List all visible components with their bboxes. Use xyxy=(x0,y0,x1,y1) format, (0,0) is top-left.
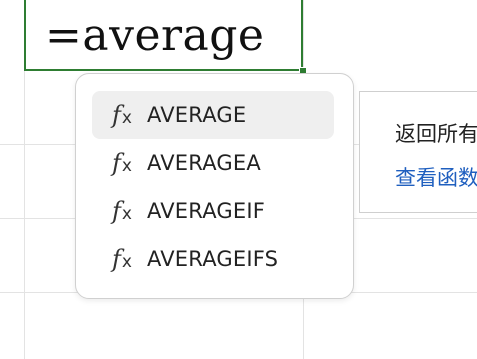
autocomplete-item-averageif[interactable]: fx AVERAGEIF xyxy=(92,187,334,235)
function-fx-icon: fx xyxy=(112,149,132,177)
function-fx-icon: fx xyxy=(112,245,132,273)
autocomplete-item-label: AVERAGE xyxy=(147,103,247,127)
autocomplete-item-label: AVERAGEA xyxy=(147,151,261,175)
active-cell-editor[interactable]: =average xyxy=(24,0,303,71)
function-fx-icon: fx xyxy=(112,101,132,129)
function-fx-icon: fx xyxy=(112,197,132,225)
view-function-help-link[interactable]: 查看函数 xyxy=(395,162,477,192)
autocomplete-item-label: AVERAGEIFS xyxy=(147,247,279,271)
formula-input-text[interactable]: =average xyxy=(45,10,264,62)
autocomplete-item-average[interactable]: fx AVERAGE xyxy=(92,91,334,139)
function-autocomplete-list: fx AVERAGE fx AVERAGEA fx AVERAGEIF fx A… xyxy=(75,73,354,299)
autocomplete-item-averageifs[interactable]: fx AVERAGEIFS xyxy=(92,235,334,283)
function-description-tooltip: 返回所有 查看函数 xyxy=(359,91,477,213)
autocomplete-item-averagea[interactable]: fx AVERAGEA xyxy=(92,139,334,187)
function-description-text: 返回所有 xyxy=(395,122,477,146)
autocomplete-item-label: AVERAGEIF xyxy=(147,199,266,223)
